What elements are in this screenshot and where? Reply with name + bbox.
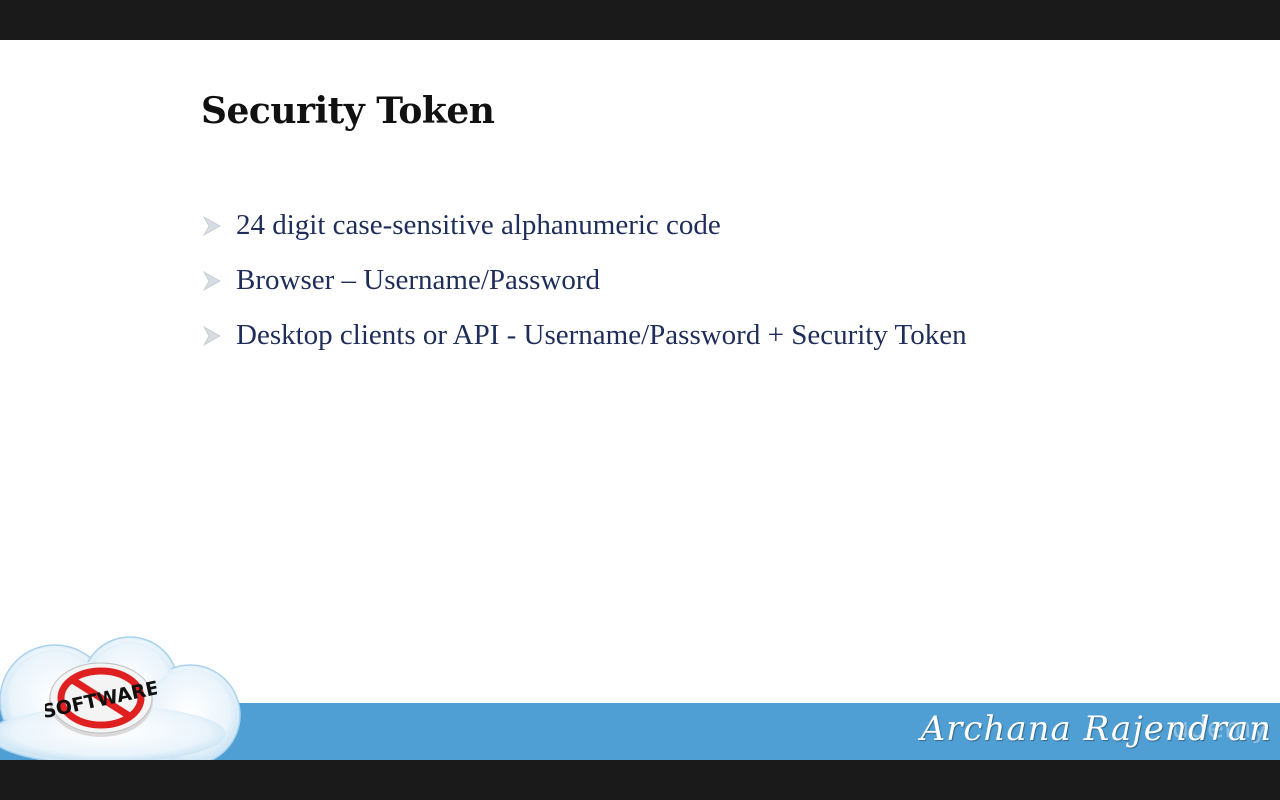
- bullet-item: 24 digit case-sensitive alphanumeric cod…: [202, 198, 967, 253]
- letterbox-bottom: [0, 760, 1280, 800]
- bullet-text: 24 digit case-sensitive alphanumeric cod…: [236, 209, 721, 241]
- letterbox-top: [0, 0, 1280, 40]
- presentation-slide: Security Token 24 digit case-sensitive a…: [0, 40, 1280, 760]
- bullet-item: Desktop clients or API - Username/Passwo…: [202, 308, 967, 363]
- slide-title: Security Token: [201, 90, 495, 132]
- bullet-text: Browser – Username/Password: [236, 264, 601, 296]
- no-software-logo-icon: SOFTWARE: [45, 662, 157, 737]
- arrowhead-bullet-icon: [202, 215, 221, 236]
- bullet-item: Browser – Username/Password: [202, 253, 967, 308]
- arrowhead-bullet-icon: [202, 270, 221, 291]
- bullet-list: 24 digit case-sensitive alphanumeric cod…: [202, 198, 967, 363]
- arrowhead-bullet-icon: [202, 325, 221, 346]
- bullet-text: Desktop clients or API - Username/Passwo…: [236, 319, 967, 351]
- author-signature: Archana Rajendran: [920, 709, 1272, 749]
